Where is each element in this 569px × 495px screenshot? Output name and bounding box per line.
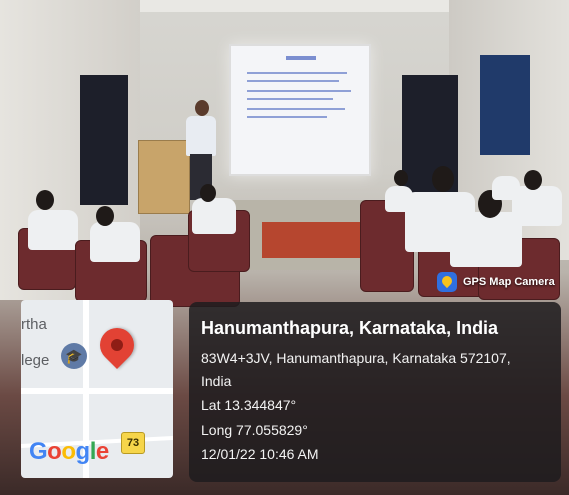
presenter-head bbox=[195, 100, 209, 116]
student bbox=[492, 176, 520, 200]
right-window bbox=[480, 55, 530, 155]
map-place-text: rtha bbox=[21, 316, 47, 333]
gps-map-camera-badge: GPS Map Camera bbox=[437, 272, 555, 292]
longitude: Long 77.055829° bbox=[201, 422, 308, 438]
stage-carpet bbox=[262, 222, 362, 258]
map-thumbnail: rtha lege 🎓 Google 73 bbox=[21, 300, 173, 478]
map-place-text: lege bbox=[21, 352, 50, 369]
timestamp: 12/01/22 10:46 AM bbox=[201, 446, 319, 462]
student-head bbox=[36, 190, 54, 210]
student-head bbox=[394, 170, 408, 186]
podium bbox=[138, 140, 190, 214]
projector-screen bbox=[229, 44, 371, 176]
student bbox=[28, 210, 78, 250]
address-line: 83W4+3JV, Hanumanthapura, Karnataka 5721… bbox=[201, 350, 511, 366]
map-road bbox=[21, 388, 173, 394]
gps-app-label: GPS Map Camera bbox=[463, 276, 555, 288]
student bbox=[192, 198, 236, 234]
location-pin-icon bbox=[92, 320, 142, 370]
student-head bbox=[96, 206, 114, 226]
place-title: Hanumanthapura, Karnataka, India bbox=[201, 318, 499, 338]
student-head bbox=[524, 170, 542, 190]
left-curtain bbox=[80, 75, 128, 205]
classroom-photo: GPS Map Camera rtha lege 🎓 Google 73 Han… bbox=[0, 0, 569, 495]
google-logo: Google bbox=[29, 438, 109, 465]
address-country: India bbox=[201, 373, 232, 389]
presenter bbox=[186, 116, 216, 156]
student-head bbox=[432, 166, 454, 192]
latitude: Lat 13.344847° bbox=[201, 397, 297, 413]
road-shield-icon: 73 bbox=[121, 432, 145, 454]
student bbox=[90, 222, 140, 262]
student-head bbox=[200, 184, 216, 202]
gps-map-camera-icon bbox=[437, 272, 457, 292]
school-icon: 🎓 bbox=[61, 343, 87, 369]
